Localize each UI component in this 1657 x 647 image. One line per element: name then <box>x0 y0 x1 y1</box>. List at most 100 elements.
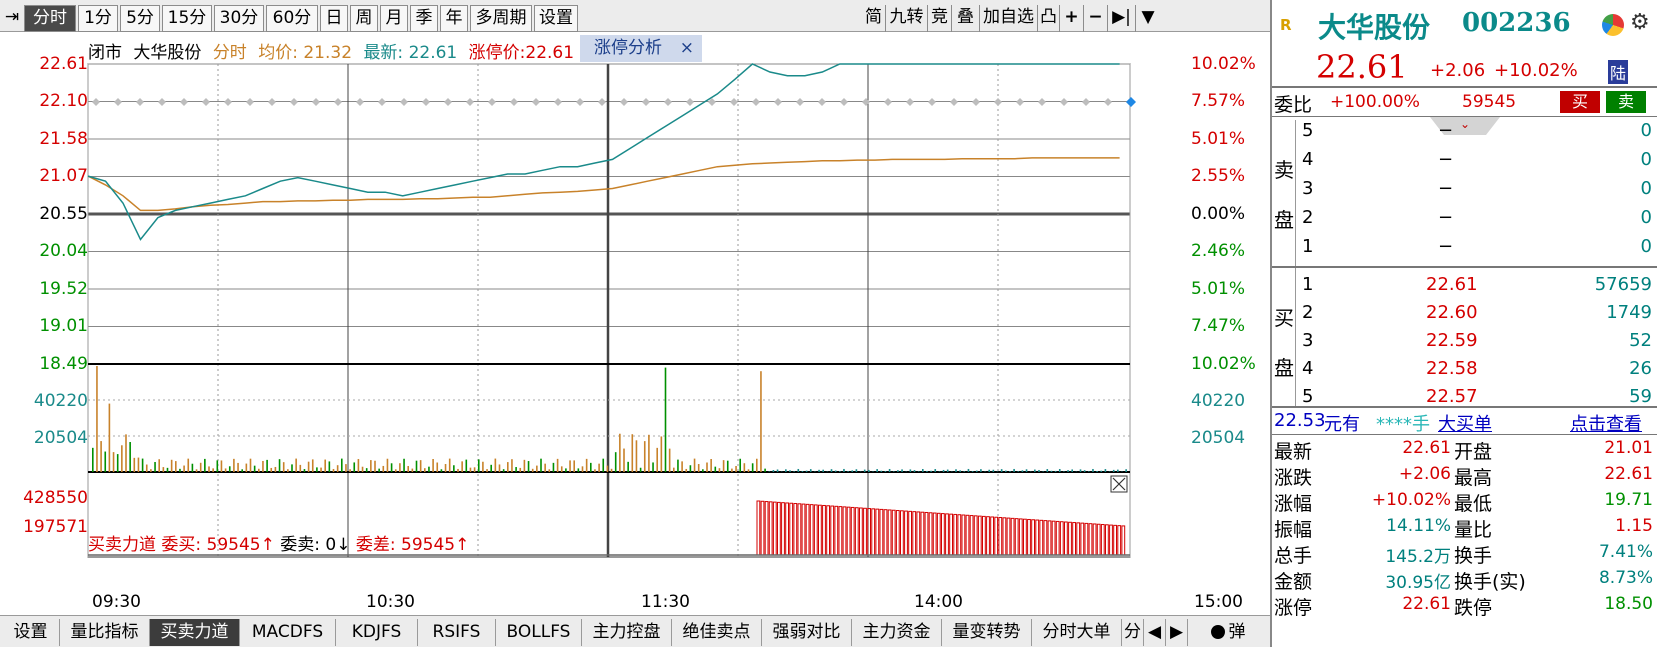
limit-analysis-tab[interactable]: 涨停分析 × <box>580 35 702 62</box>
volume-bar <box>847 471 849 472</box>
volume-bar <box>606 465 609 472</box>
volume-bar <box>851 470 854 472</box>
auction-button[interactable]: 竞 <box>928 5 952 32</box>
limit-marker <box>1060 98 1068 106</box>
volume-bar <box>444 464 447 472</box>
volume-bar <box>1021 470 1024 472</box>
sell-button[interactable]: 卖 <box>1606 91 1646 113</box>
volume-bar <box>834 470 837 472</box>
buy-button[interactable]: 买 <box>1560 91 1600 113</box>
tab-multi-period[interactable]: 多周期 <box>470 5 532 32</box>
latest-price-label: 最新: 22.61 <box>363 43 458 63</box>
volume-bar <box>760 371 762 472</box>
force-bar <box>785 502 790 556</box>
nine-turn-button[interactable]: 九转 <box>886 5 928 32</box>
gear-icon[interactable]: ⚙ <box>1630 10 1650 35</box>
popup-toggle[interactable]: 弹 <box>1192 619 1264 646</box>
bid-row[interactable]: 1 22.61 57659 <box>1298 272 1657 300</box>
divider <box>1272 434 1657 435</box>
tab-bollfs[interactable]: BOLLFS <box>496 619 582 646</box>
ask-row[interactable]: 1 − 0 <box>1298 234 1657 262</box>
tab-5min[interactable]: 5分 <box>120 5 160 32</box>
stat-label: 涨跌 <box>1274 467 1313 489</box>
volume-bar <box>519 467 522 472</box>
tab-1min[interactable]: 1分 <box>78 5 118 32</box>
scroll-left-icon[interactable]: ◀ <box>1144 619 1166 646</box>
tab-rsifs[interactable]: RSIFS <box>418 619 496 646</box>
stat-row: 总手 145.2万 换手 7.41% <box>1272 540 1657 567</box>
limit-marker <box>1038 98 1046 106</box>
ask-level: 5 <box>1302 120 1314 141</box>
zoom-out-icon[interactable]: − <box>1084 5 1108 32</box>
bid-row[interactable]: 3 22.59 52 <box>1298 328 1657 356</box>
force-bar <box>957 514 962 556</box>
volume-bar <box>747 469 750 472</box>
tab-more[interactable]: 分 <box>1122 619 1144 646</box>
tab-main-capital[interactable]: 主力资金 <box>852 619 942 646</box>
ask-row[interactable]: 5 − 0 <box>1298 118 1657 146</box>
tab-settings[interactable]: 设置 <box>534 5 578 32</box>
pie-chart-icon[interactable] <box>1602 14 1624 36</box>
ask-price: − <box>1438 149 1454 170</box>
volume-bar <box>175 461 177 472</box>
tab-day[interactable]: 日 <box>320 5 348 32</box>
limit-marker <box>576 98 584 106</box>
bid-row[interactable]: 2 22.60 1749 <box>1298 300 1657 328</box>
volume-bar <box>112 452 115 472</box>
volume-bar <box>980 469 982 472</box>
tab-60min[interactable]: 60分 <box>266 5 318 32</box>
tab-15min[interactable]: 15分 <box>162 5 212 32</box>
volume-bar <box>967 468 970 472</box>
toggle-dot-icon <box>1210 625 1225 639</box>
shape-icon[interactable]: 凸 <box>1038 5 1060 32</box>
overlay-button[interactable]: 叠 <box>952 5 980 32</box>
stat-row: 振幅 14.11% 量比 1.15 <box>1272 514 1657 541</box>
tab-year[interactable]: 年 <box>440 5 468 32</box>
tab-setting[interactable]: 设置 <box>2 619 60 646</box>
tab-fenshi[interactable]: 分时 <box>24 5 76 32</box>
volume-bar <box>278 459 281 472</box>
stat-label: 最新 <box>1274 441 1313 463</box>
zoom-in-icon[interactable]: + <box>1060 5 1084 32</box>
dropdown-icon[interactable]: ▼ <box>1136 5 1160 32</box>
tab-kdjfs[interactable]: KDJFS <box>336 619 418 646</box>
tab-volume-change[interactable]: 量变转势 <box>942 619 1032 646</box>
close-icon[interactable]: × <box>680 35 694 61</box>
volume-bar <box>1017 471 1020 472</box>
tab-force[interactable]: 买卖力道 <box>150 619 240 646</box>
ask-row[interactable]: 4 − 0 <box>1298 147 1657 175</box>
bid-row[interactable]: 4 22.58 26 <box>1298 356 1657 384</box>
force-bar <box>805 503 810 556</box>
ask-row[interactable]: 2 − 0 <box>1298 205 1657 233</box>
add-watchlist-button[interactable]: 加自选 <box>980 5 1038 32</box>
volume-bar <box>789 470 791 472</box>
volume-bar <box>635 440 638 472</box>
volume-bar <box>648 434 650 472</box>
force-bar <box>764 501 769 556</box>
ask-row[interactable]: 3 − 0 <box>1298 176 1657 204</box>
bid-level: 5 <box>1302 386 1314 407</box>
simplify-button[interactable]: 简 <box>862 5 886 32</box>
ask-price: − <box>1438 236 1454 257</box>
volume-bar <box>233 458 235 472</box>
tab-week[interactable]: 周 <box>350 5 378 32</box>
big-order-link[interactable]: 点击查看 <box>1570 410 1642 436</box>
tab-volume-ratio[interactable]: 量比指标 <box>60 619 150 646</box>
tab-month[interactable]: 月 <box>380 5 408 32</box>
force-bar <box>1055 520 1060 556</box>
tab-sell-point[interactable]: 绝佳卖点 <box>672 619 762 646</box>
volume-bar <box>739 458 741 472</box>
tab-main-control[interactable]: 主力控盘 <box>582 619 672 646</box>
tab-30min[interactable]: 30分 <box>214 5 264 32</box>
volume-bar <box>1100 470 1103 472</box>
tab-macdfs[interactable]: MACDFS <box>240 619 336 646</box>
tab-season[interactable]: 季 <box>410 5 438 32</box>
tab-big-orders[interactable]: 分时大单 <box>1032 619 1122 646</box>
tab-strength[interactable]: 强弱对比 <box>762 619 852 646</box>
step-forward-icon[interactable]: ▶| <box>1108 5 1136 32</box>
volume-bar <box>560 466 563 472</box>
scroll-right-icon[interactable]: ▶ <box>1166 619 1188 646</box>
intraday-chart[interactable]: 闭市 大华股份 分时 均价: 21.32 最新: 22.61 涨停价:22.61… <box>0 32 1270 615</box>
collapse-arrow-icon[interactable]: ⇥ <box>4 5 20 32</box>
force-bar <box>846 506 851 556</box>
